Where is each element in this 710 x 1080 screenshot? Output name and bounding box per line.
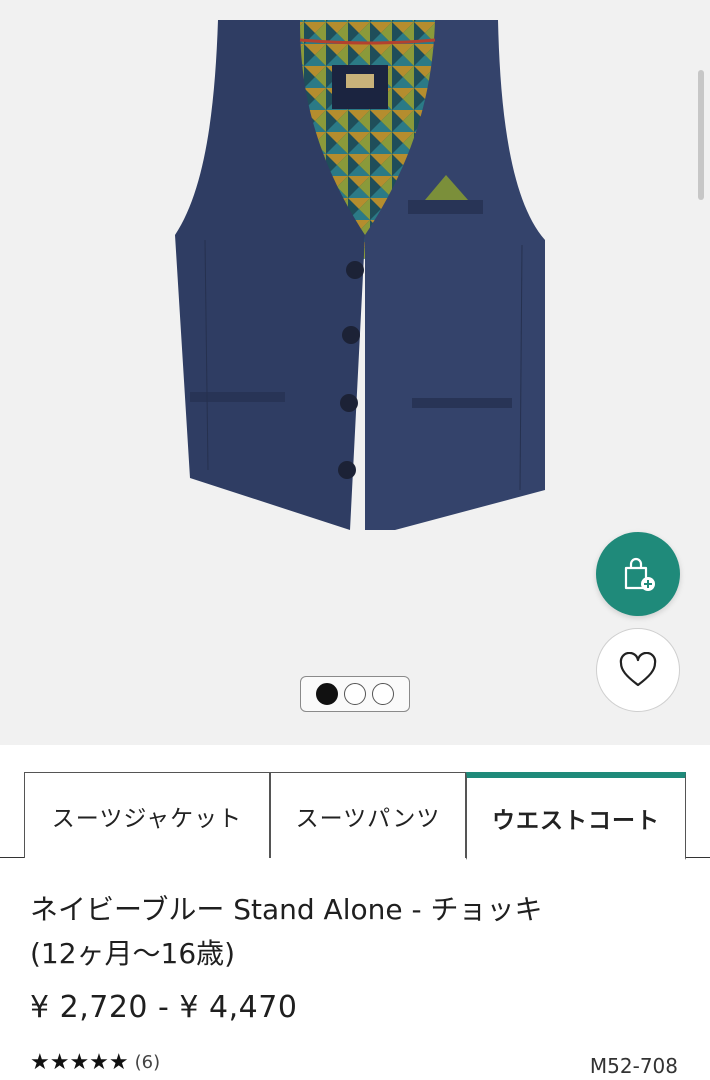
review-count[interactable]: (6) — [135, 1052, 161, 1073]
carousel-dot-1[interactable] — [316, 683, 338, 705]
heart-icon — [619, 652, 657, 687]
carousel-dot-2[interactable] — [344, 683, 366, 705]
product-title: ネイビーブルー Stand Alone - チョッキ (12ヶ月〜16歳) — [30, 888, 690, 976]
product-title-line-1: ネイビーブルー Stand Alone - チョッキ — [30, 893, 543, 926]
scrollbar[interactable] — [698, 70, 704, 200]
product-code: M52-708 — [589, 1054, 678, 1078]
add-to-bag-button[interactable] — [596, 532, 680, 616]
star-rating-icon: ★★★★★ — [30, 1050, 129, 1075]
favourite-button[interactable] — [596, 628, 680, 712]
product-category-tabs: スーツジャケット スーツパンツ ウエストコート — [0, 772, 710, 860]
tab-waistcoat[interactable]: ウエストコート — [466, 772, 686, 860]
product-image-area — [0, 0, 710, 745]
navy-waistcoat-image — [175, 20, 545, 530]
tab-suit-jacket[interactable]: スーツジャケット — [24, 772, 270, 858]
product-title-line-2: (12ヶ月〜16歳) — [30, 937, 236, 970]
rating-summary[interactable]: ★★★★★ (6) — [30, 1050, 160, 1075]
tab-suit-pants[interactable]: スーツパンツ — [270, 772, 466, 858]
shopping-bag-plus-icon — [624, 557, 655, 591]
product-price: ¥ 2,720 - ¥ 4,470 — [30, 990, 298, 1025]
image-carousel-indicator[interactable] — [300, 676, 410, 712]
carousel-dot-3[interactable] — [372, 683, 394, 705]
